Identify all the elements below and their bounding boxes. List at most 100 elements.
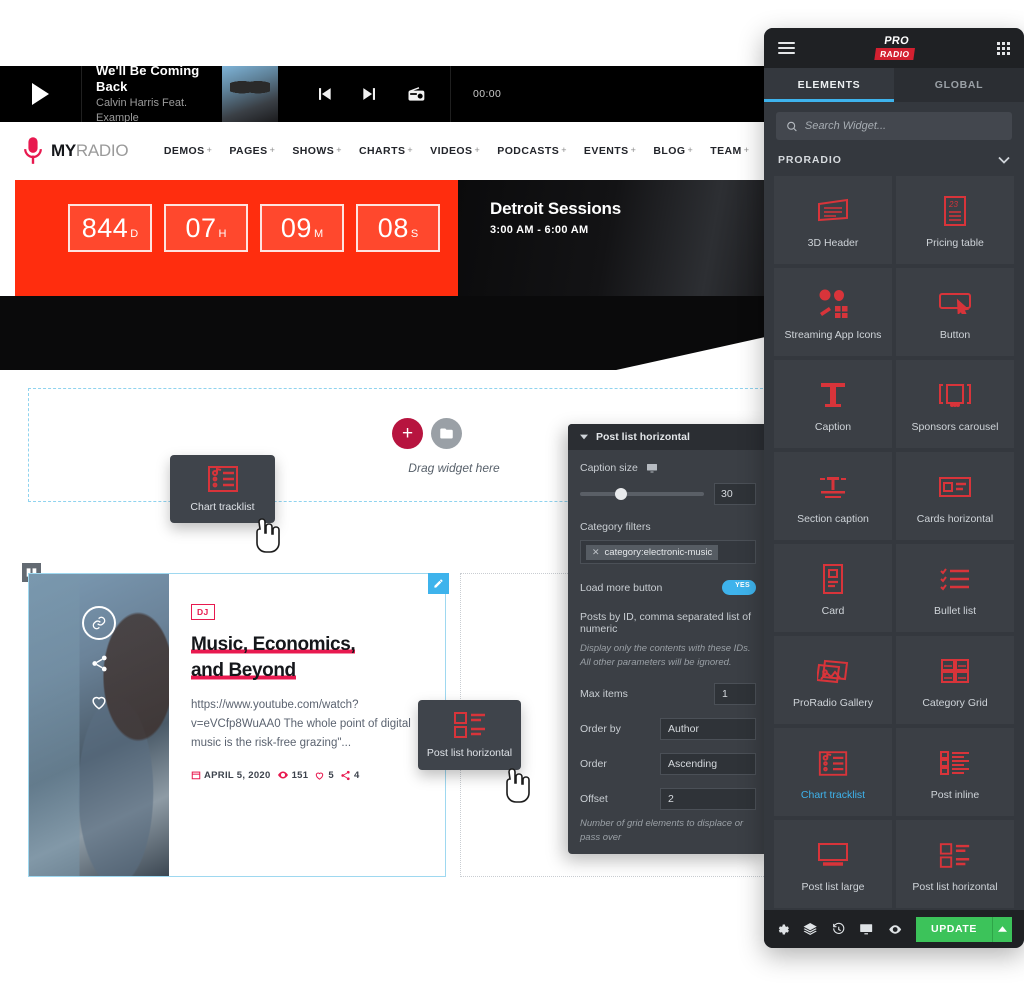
dragged-widget-chart-tracklist[interactable]: Chart tracklist [170,455,275,523]
layers-icon[interactable] [803,921,818,937]
template-library-button[interactable] [431,418,462,449]
brand-top-text: PRO [883,35,911,47]
widget-post-inline[interactable]: Post inline [896,728,1014,816]
share-icon [341,770,350,780]
slider-thumb[interactable] [614,488,627,500]
monitor-icon[interactable] [646,462,658,474]
widget-cards-horizontal[interactable]: Cards horizontal [896,452,1014,540]
player-track-artist: Calvin Harris Feat. Example [96,96,188,124]
edit-widget-button[interactable] [428,573,449,594]
widget-proradio-gallery[interactable]: ProRadio Gallery [774,636,892,724]
widget-streaming-app-icons[interactable]: Streaming App Icons [774,268,892,356]
menu-item-pages[interactable]: PAGES + [229,145,275,157]
menu-label: PAGES [229,145,268,157]
order-select[interactable]: Ascending [660,753,756,775]
order-by-select[interactable]: Author [660,718,756,740]
menu-item-demos[interactable]: DEMOS + [164,145,212,157]
menu-item-events[interactable]: EVENTS + [584,145,636,157]
menu-item-shows[interactable]: SHOWS + [292,145,342,157]
radio-icon[interactable] [406,84,426,104]
search-widget-box[interactable] [776,112,1012,140]
countdown-minutes: 09 M [260,204,344,252]
monitor-icon[interactable] [859,921,873,937]
link-button[interactable] [82,606,116,640]
widget-sponsors-carousel[interactable]: Sponsors carousel [896,360,1014,448]
max-items-input[interactable]: 1 [714,683,756,705]
microphone-icon [24,137,42,164]
widget-post-list-horizontal[interactable]: Post list horizontal [896,820,1014,908]
widget-post-list-large[interactable]: Post list large [774,820,892,908]
player-artwork [222,66,278,122]
caption-size-value[interactable]: 30 [714,483,756,505]
countdown-value: 08 [377,213,409,243]
apps-grid-icon[interactable] [996,41,1010,55]
caption-size-slider[interactable] [580,488,704,500]
eye-icon [277,771,288,779]
streaming-app-icons-icon [817,283,849,323]
menu-item-videos[interactable]: VIDEOS + [430,145,480,157]
share-icon[interactable] [90,654,109,673]
widget-label: Bullet list [933,605,976,617]
post-card-title[interactable]: Music, Economics, and Beyond [191,632,423,684]
button-icon [938,283,972,323]
dragged-widget-post-list-horizontal[interactable]: Post list horizontal [418,700,521,770]
offset-input[interactable]: 2 [660,788,756,810]
post-card[interactable]: DJ Music, Economics, and Beyond https://… [28,573,446,877]
widget-category-grid[interactable]: Category Grid [896,636,1014,724]
post-likes-count: 5 [328,769,334,781]
history-icon[interactable] [832,922,845,937]
hamburger-menu-icon[interactable] [778,39,795,57]
tab-elements[interactable]: ELEMENTS [764,68,894,102]
eye-icon[interactable] [888,923,902,936]
order-row: Order Ascending [580,753,756,775]
dragged-widget-label: Post list horizontal [426,747,513,759]
chart-tracklist-icon [817,743,849,783]
widget-group-proradio[interactable]: PRORADIO [764,148,1024,176]
caret-down-icon[interactable] [580,433,588,441]
site-logo[interactable]: MYRADIO [0,136,164,166]
widget-3d-header[interactable]: 3D Header [774,176,892,264]
menu-item-blog[interactable]: BLOG + [653,145,693,157]
player-track-info: We'll Be Coming Back Calvin Harris Feat.… [82,63,222,126]
widget-section-caption[interactable]: Section caption [774,452,892,540]
play-button[interactable] [0,66,82,122]
next-track-icon[interactable] [360,84,380,104]
widget-pricing-table[interactable]: 23 Pricing table [896,176,1014,264]
posts-by-id-note: Display only the contents with these IDs… [580,643,751,668]
settings-header[interactable]: Post list horizontal [568,424,768,450]
previous-track-icon[interactable] [314,84,334,104]
category-filter-chip[interactable]: ✕ category:electronic-music [586,544,719,560]
heart-icon[interactable] [89,692,109,712]
menu-item-charts[interactable]: CHARTS + [359,145,413,157]
update-button[interactable]: UPDATE [916,916,993,942]
tab-global[interactable]: GLOBAL [894,68,1024,102]
panel-footer: UPDATE [764,910,1024,948]
update-options-button[interactable] [992,916,1013,942]
gear-icon[interactable] [776,922,789,937]
close-icon[interactable]: ✕ [592,547,600,558]
widget-bullet-list[interactable]: Bullet list [896,544,1014,632]
panel-header: PRO RADIO [764,28,1024,68]
dropzone-hint: Drag widget here [408,461,500,475]
hero-show-time: 3:00 AM - 6:00 AM [490,224,589,236]
menu-item-podcasts[interactable]: PODCASTS + [497,145,567,157]
widget-caption[interactable]: Caption [774,360,892,448]
menu-item-team[interactable]: TEAM + [710,145,749,157]
add-section-button[interactable]: + [392,418,423,449]
bullet-list-icon [939,559,971,599]
chevron-down-icon[interactable] [998,156,1010,164]
menu-label: VIDEOS [430,145,473,157]
dropzone-buttons: + [392,418,462,449]
3d-header-icon [816,191,850,231]
category-filters-input[interactable]: ✕ category:electronic-music [580,540,756,564]
post-category-tag[interactable]: DJ [191,604,215,620]
load-more-toggle[interactable]: YES [722,580,756,595]
post-list-large-icon [817,835,849,875]
search-input[interactable] [804,120,1002,132]
max-items-row: Max items 1 [580,683,756,705]
widget-button[interactable]: Button [896,268,1014,356]
widget-label: Sponsors carousel [911,421,999,433]
widget-chart-tracklist[interactable]: Chart tracklist [774,728,892,816]
plus-icon: + [269,145,276,155]
widget-card[interactable]: Card [774,544,892,632]
